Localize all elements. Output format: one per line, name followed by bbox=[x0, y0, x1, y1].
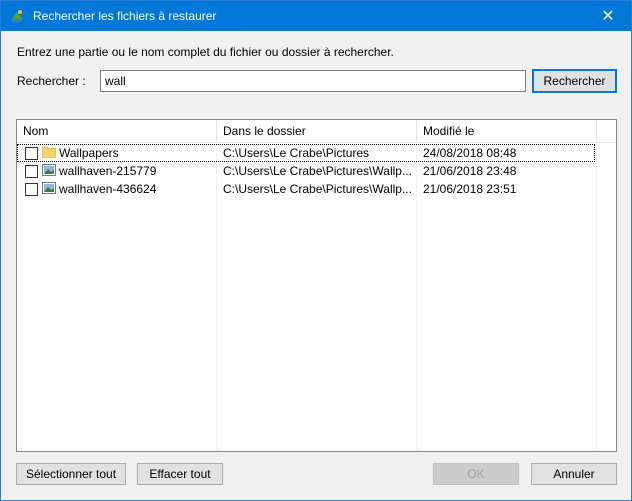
close-button[interactable]: ✕ bbox=[585, 1, 631, 31]
row-checkbox[interactable] bbox=[25, 147, 38, 160]
column-divider bbox=[596, 142, 597, 451]
search-button[interactable]: Rechercher bbox=[532, 69, 617, 93]
search-input[interactable] bbox=[100, 70, 526, 92]
window-title: Rechercher les fichiers à restaurer bbox=[33, 9, 217, 23]
column-header-name[interactable]: Nom bbox=[17, 120, 217, 142]
cancel-button[interactable]: Annuler bbox=[531, 463, 617, 485]
results-list[interactable]: Nom Dans le dossier Modifié le Wallpaper… bbox=[16, 119, 617, 452]
row-modified: 24/08/2018 08:48 bbox=[423, 146, 517, 160]
search-label: Rechercher : bbox=[17, 74, 86, 88]
image-file-icon bbox=[42, 182, 56, 194]
row-checkbox[interactable] bbox=[25, 165, 38, 178]
instruction-text: Entrez une partie ou le nom complet du f… bbox=[17, 45, 394, 59]
row-folder: C:\Users\Le Crabe\Pictures\Wallp... bbox=[223, 164, 412, 178]
table-row[interactable]: wallhaven-436624 C:\Users\Le Crabe\Pictu… bbox=[17, 180, 595, 198]
list-header: Nom Dans le dossier Modifié le bbox=[17, 120, 616, 143]
column-header-folder[interactable]: Dans le dossier bbox=[217, 120, 417, 142]
row-name: wallhaven-436624 bbox=[59, 182, 157, 196]
close-icon: ✕ bbox=[601, 8, 615, 25]
row-checkbox[interactable] bbox=[25, 183, 38, 196]
select-all-button[interactable]: Sélectionner tout bbox=[16, 463, 126, 485]
ok-button[interactable]: OK bbox=[433, 463, 519, 485]
row-folder: C:\Users\Le Crabe\Pictures bbox=[223, 146, 370, 160]
restore-search-dialog: Rechercher les fichiers à restaurer ✕ En… bbox=[0, 0, 632, 501]
row-modified: 21/06/2018 23:51 bbox=[423, 182, 517, 196]
restore-app-icon bbox=[11, 10, 23, 22]
clear-all-button[interactable]: Effacer tout bbox=[137, 463, 223, 485]
row-folder: C:\Users\Le Crabe\Pictures\Wallp... bbox=[223, 182, 412, 196]
image-file-icon bbox=[42, 164, 56, 176]
row-modified: 21/06/2018 23:48 bbox=[423, 164, 517, 178]
folder-icon bbox=[42, 146, 56, 158]
table-row[interactable]: wallhaven-215779 C:\Users\Le Crabe\Pictu… bbox=[17, 162, 595, 180]
title-bar[interactable]: Rechercher les fichiers à restaurer ✕ bbox=[1, 1, 631, 31]
table-row[interactable]: Wallpapers C:\Users\Le Crabe\Pictures 24… bbox=[17, 144, 595, 162]
row-name: wallhaven-215779 bbox=[59, 164, 157, 178]
column-header-modified[interactable]: Modifié le bbox=[417, 120, 597, 142]
row-name: Wallpapers bbox=[59, 146, 119, 160]
